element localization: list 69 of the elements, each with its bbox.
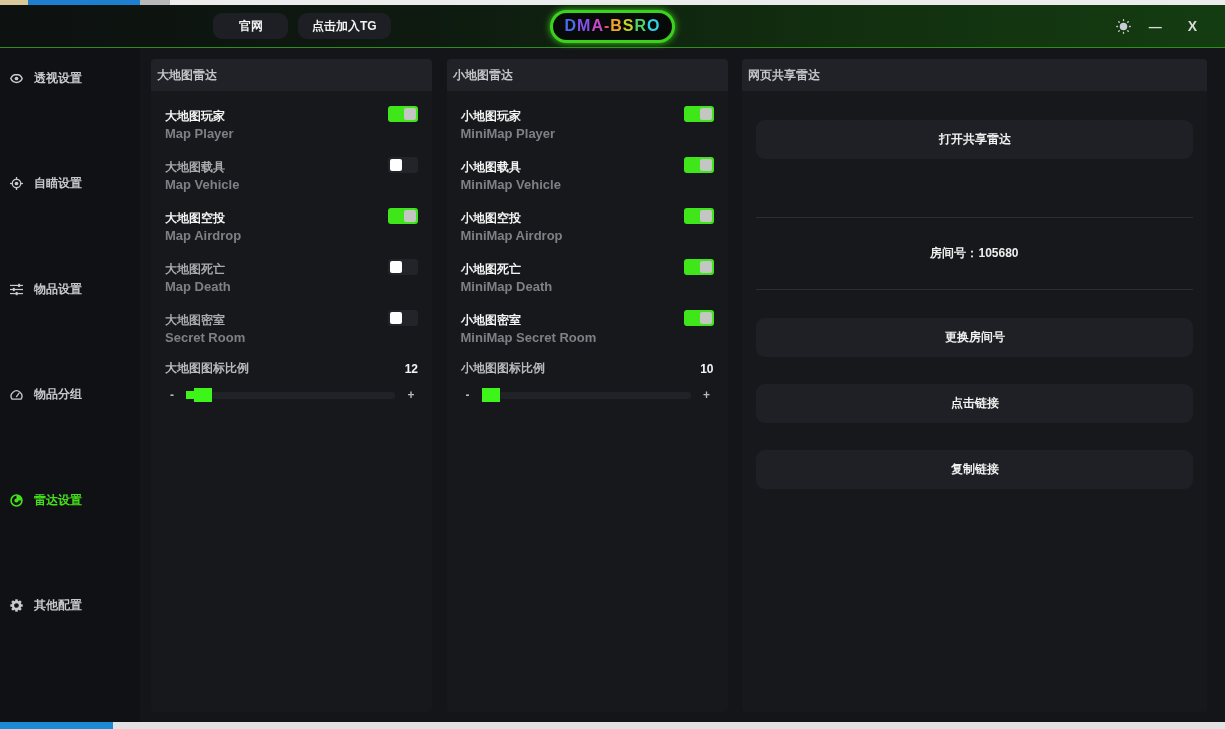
room-number-label: 房间号：105680	[930, 245, 1019, 262]
slider-thumb[interactable]	[481, 388, 500, 402]
scale-value: 12	[404, 361, 418, 378]
action-button[interactable]: 复制链接	[756, 450, 1193, 489]
toggle-sublabel: Secret Room	[165, 329, 246, 347]
app-logo: DMA-BSRO	[550, 9, 675, 43]
toggle-sublabel: MiniMap Secret Room	[460, 329, 597, 347]
increase-button[interactable]: +	[404, 387, 418, 403]
toggle-sublabel: Map Airdrop	[165, 227, 242, 245]
toggle-switch[interactable]	[683, 259, 714, 275]
toggle-label: 小地图载具	[460, 159, 521, 176]
panel-header: 小地图雷达	[446, 59, 728, 91]
gear-icon	[10, 599, 23, 613]
slider-fill	[186, 391, 194, 399]
toggle-switch[interactable]	[683, 157, 714, 173]
title-bar-button[interactable]: 点击加入TG	[298, 13, 391, 39]
crosshair-icon	[10, 177, 23, 191]
scale-label: 小地图图标比例	[460, 359, 545, 377]
gauge-icon	[10, 388, 23, 402]
scale-value: 10	[700, 361, 714, 378]
scale-label: 大地图图标比例	[165, 359, 249, 377]
toggle-label: 大地图死亡	[165, 261, 225, 278]
eye-icon	[10, 71, 23, 85]
toggle-switch[interactable]	[388, 259, 418, 275]
toggle-switch[interactable]	[388, 208, 418, 224]
title-bar-button[interactable]: 官网	[213, 13, 288, 39]
toggle-sublabel: Map Player	[165, 125, 234, 143]
toggle-sublabel: MiniMap Player	[460, 125, 556, 143]
minimize-button[interactable]: —	[1142, 16, 1168, 36]
sidebar-item[interactable]: 透视设置	[0, 68, 82, 88]
sidebar-item[interactable]: 物品设置	[0, 279, 82, 300]
toggle-switch[interactable]	[683, 208, 714, 224]
sidebar-item[interactable]: 雷达设置	[0, 490, 82, 511]
sidebar-item[interactable]: 自瞄设置	[0, 173, 82, 194]
slider-track[interactable]	[186, 388, 395, 402]
toggle-label: 小地图空投	[460, 210, 521, 227]
toggle-label: 小地图死亡	[460, 261, 521, 278]
slider-thumb[interactable]	[193, 388, 212, 402]
toggle-label: 小地图密室	[460, 312, 521, 329]
toggle-sublabel: Map Vehicle	[165, 176, 240, 194]
panel-header: 网页共享雷达	[742, 59, 1207, 91]
action-button[interactable]: 打开共享雷达	[756, 120, 1193, 159]
toggle-label: 大地图空投	[165, 210, 225, 227]
radar-icon	[10, 493, 23, 507]
toggle-switch[interactable]	[683, 106, 714, 122]
sidebar-item[interactable]: 其他配置	[0, 595, 82, 616]
increase-button[interactable]: +	[699, 387, 714, 403]
toggle-sublabel: Map Death	[165, 278, 231, 296]
toggle-label: 小地图玩家	[460, 108, 521, 125]
close-button[interactable]: X	[1181, 16, 1203, 36]
toggle-label: 大地图载具	[165, 159, 225, 176]
toggle-switch[interactable]	[388, 106, 418, 122]
toggle-switch[interactable]	[388, 310, 418, 326]
sidebar-item[interactable]: 物品分组	[0, 384, 82, 405]
toggle-sublabel: MiniMap Vehicle	[460, 176, 561, 194]
action-button[interactable]: 更换房间号	[756, 318, 1193, 357]
decrease-button[interactable]: -	[460, 387, 475, 403]
toggle-label: 大地图密室	[165, 312, 225, 329]
slider-track[interactable]	[481, 388, 691, 402]
toggle-switch[interactable]	[388, 157, 418, 173]
sliders-icon	[10, 282, 23, 296]
toggle-sublabel: MiniMap Airdrop	[460, 227, 563, 245]
panel-header: 大地图雷达	[151, 59, 432, 91]
toggle-switch[interactable]	[683, 310, 714, 326]
action-button[interactable]: 点击链接	[756, 384, 1193, 423]
toggle-label: 大地图玩家	[165, 108, 225, 125]
toggle-sublabel: MiniMap Death	[460, 278, 553, 296]
sun-icon[interactable]	[1115, 18, 1131, 34]
decrease-button[interactable]: -	[165, 387, 179, 403]
